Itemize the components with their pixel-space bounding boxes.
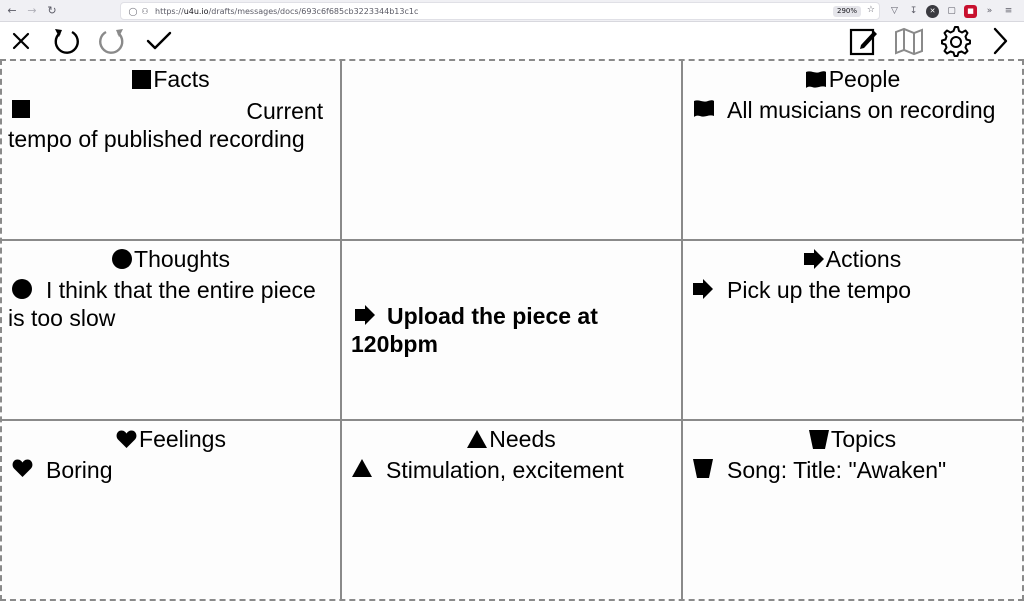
circle-icon [12,279,32,299]
facts-item[interactable]: Current tempo of published recording [8,97,334,153]
needs-item[interactable]: Stimulation, excitement [348,456,675,484]
map-button[interactable] [890,22,928,60]
redo-icon [99,29,124,54]
gear-icon [941,26,971,57]
circle-icon [112,249,133,269]
flag-icon [694,100,714,117]
shield-icon[interactable]: ◯ [127,7,139,16]
thoughts-header: Thoughts [8,245,334,273]
empty-cell[interactable] [342,61,683,241]
next-button[interactable] [981,22,1019,60]
needs-cell[interactable]: Needs Stimulation, excitement [342,421,683,599]
people-item[interactable]: All musicians on recording [689,96,1016,124]
facts-cell[interactable]: Facts Current tempo of published recordi… [2,61,342,241]
cup-icon [693,459,713,478]
puzzle-icon[interactable]: ▢ [945,5,958,18]
needs-header: Needs [348,425,675,453]
square-icon [132,69,152,89]
topics-header: Topics [689,425,1016,453]
facts-title: Facts [153,66,210,92]
center-item-label: Upload the piece at 120bpm [351,303,598,357]
menu-icon[interactable]: ≡ [1002,5,1015,18]
undo-icon [54,29,79,54]
people-title: People [828,66,901,92]
note-grid: Facts Current tempo of published recordi… [0,59,1024,601]
topics-item[interactable]: Song: Title: "Awaken" [689,456,1016,484]
feelings-cell[interactable]: Feelings Boring [2,421,342,599]
confirm-button[interactable] [140,22,178,60]
center-cell[interactable]: Upload the piece at 120bpm [342,241,683,421]
bookmark-star-icon[interactable]: ☆ [867,5,875,15]
account-icon[interactable]: ✕ [926,4,939,18]
app-toolbar [0,22,1024,60]
ublock-icon[interactable]: ■ [964,4,977,18]
overflow-icon[interactable]: » [983,5,996,18]
lock-icon[interactable]: ⚇ [139,7,151,16]
arrow-right-icon [693,279,713,299]
topics-cell[interactable]: Topics Song: Title: "Awaken" [683,421,1022,599]
feelings-title: Feelings [139,426,226,452]
undo-button[interactable] [47,22,85,60]
triangle-icon [467,430,488,448]
people-header: People [689,65,1016,93]
thoughts-title: Thoughts [134,246,230,272]
zoom-badge[interactable]: 290% [832,6,861,17]
facts-item-label: Current tempo of published recording [8,98,324,152]
actions-item[interactable]: Pick up the tempo [689,276,1016,304]
browser-toolbar: ← → ↻ ◯ ⚇ https://u4u.io/drafts/messages… [0,0,1024,22]
redo-button[interactable] [93,22,131,60]
people-cell[interactable]: People All musicians on recording [683,61,1022,241]
center-item[interactable]: Upload the piece at 120bpm [351,302,675,358]
check-icon [146,31,172,50]
back-icon[interactable]: ← [2,0,22,22]
thoughts-item[interactable]: I think that the entire piece is too slo… [8,276,334,332]
topics-title: Topics [830,426,897,452]
triangle-icon [352,459,372,477]
actions-item-label: Pick up the tempo [727,277,912,303]
url-bar[interactable]: ◯ ⚇ https://u4u.io/drafts/messages/docs/… [120,2,880,20]
actions-header: Actions [689,245,1016,273]
close-icon [12,32,30,50]
actions-title: Actions [825,246,902,272]
arrow-right-icon [803,249,824,269]
extension-icons: ▽ ↧ ✕ ▢ ■ » ≡ [888,0,1015,22]
arrow-right-icon [355,305,375,325]
actions-cell[interactable]: Actions Pick up the tempo [683,241,1022,421]
forward-icon[interactable]: → [22,0,42,22]
thoughts-item-label: I think that the entire piece is too slo… [8,277,316,331]
flag-icon [805,70,826,88]
heart-icon [12,459,33,477]
edit-icon [849,28,877,56]
map-icon [895,27,923,56]
square-icon [12,100,30,118]
people-item-label: All musicians on recording [727,97,996,123]
download-icon[interactable]: ↧ [907,5,920,18]
needs-item-label: Stimulation, excitement [386,457,624,483]
close-button[interactable] [2,22,40,60]
topics-item-label: Song: Title: "Awaken" [727,457,947,483]
facts-item-text: Current tempo of published recording [8,98,323,152]
heart-icon [116,430,137,448]
chevron-right-icon [993,27,1008,55]
feelings-header: Feelings [8,425,334,453]
feelings-item-label: Boring [46,457,113,483]
pocket-icon[interactable]: ▽ [888,5,901,18]
reload-icon[interactable]: ↻ [42,0,62,22]
cup-icon [808,429,829,449]
url-host: u4u.io [183,6,209,16]
url-prefix: https:// [155,6,184,16]
settings-button[interactable] [936,22,974,60]
thoughts-cell[interactable]: Thoughts I think that the entire piece i… [2,241,342,421]
edit-button[interactable] [845,22,883,60]
url-text[interactable]: https://u4u.io/drafts/messages/docs/693c… [155,7,418,16]
needs-title: Needs [489,426,556,452]
url-path: /drafts/messages/docs/693c6f685cb3223344… [208,6,419,16]
facts-header: Facts [8,65,334,93]
feelings-item[interactable]: Boring [8,456,334,484]
